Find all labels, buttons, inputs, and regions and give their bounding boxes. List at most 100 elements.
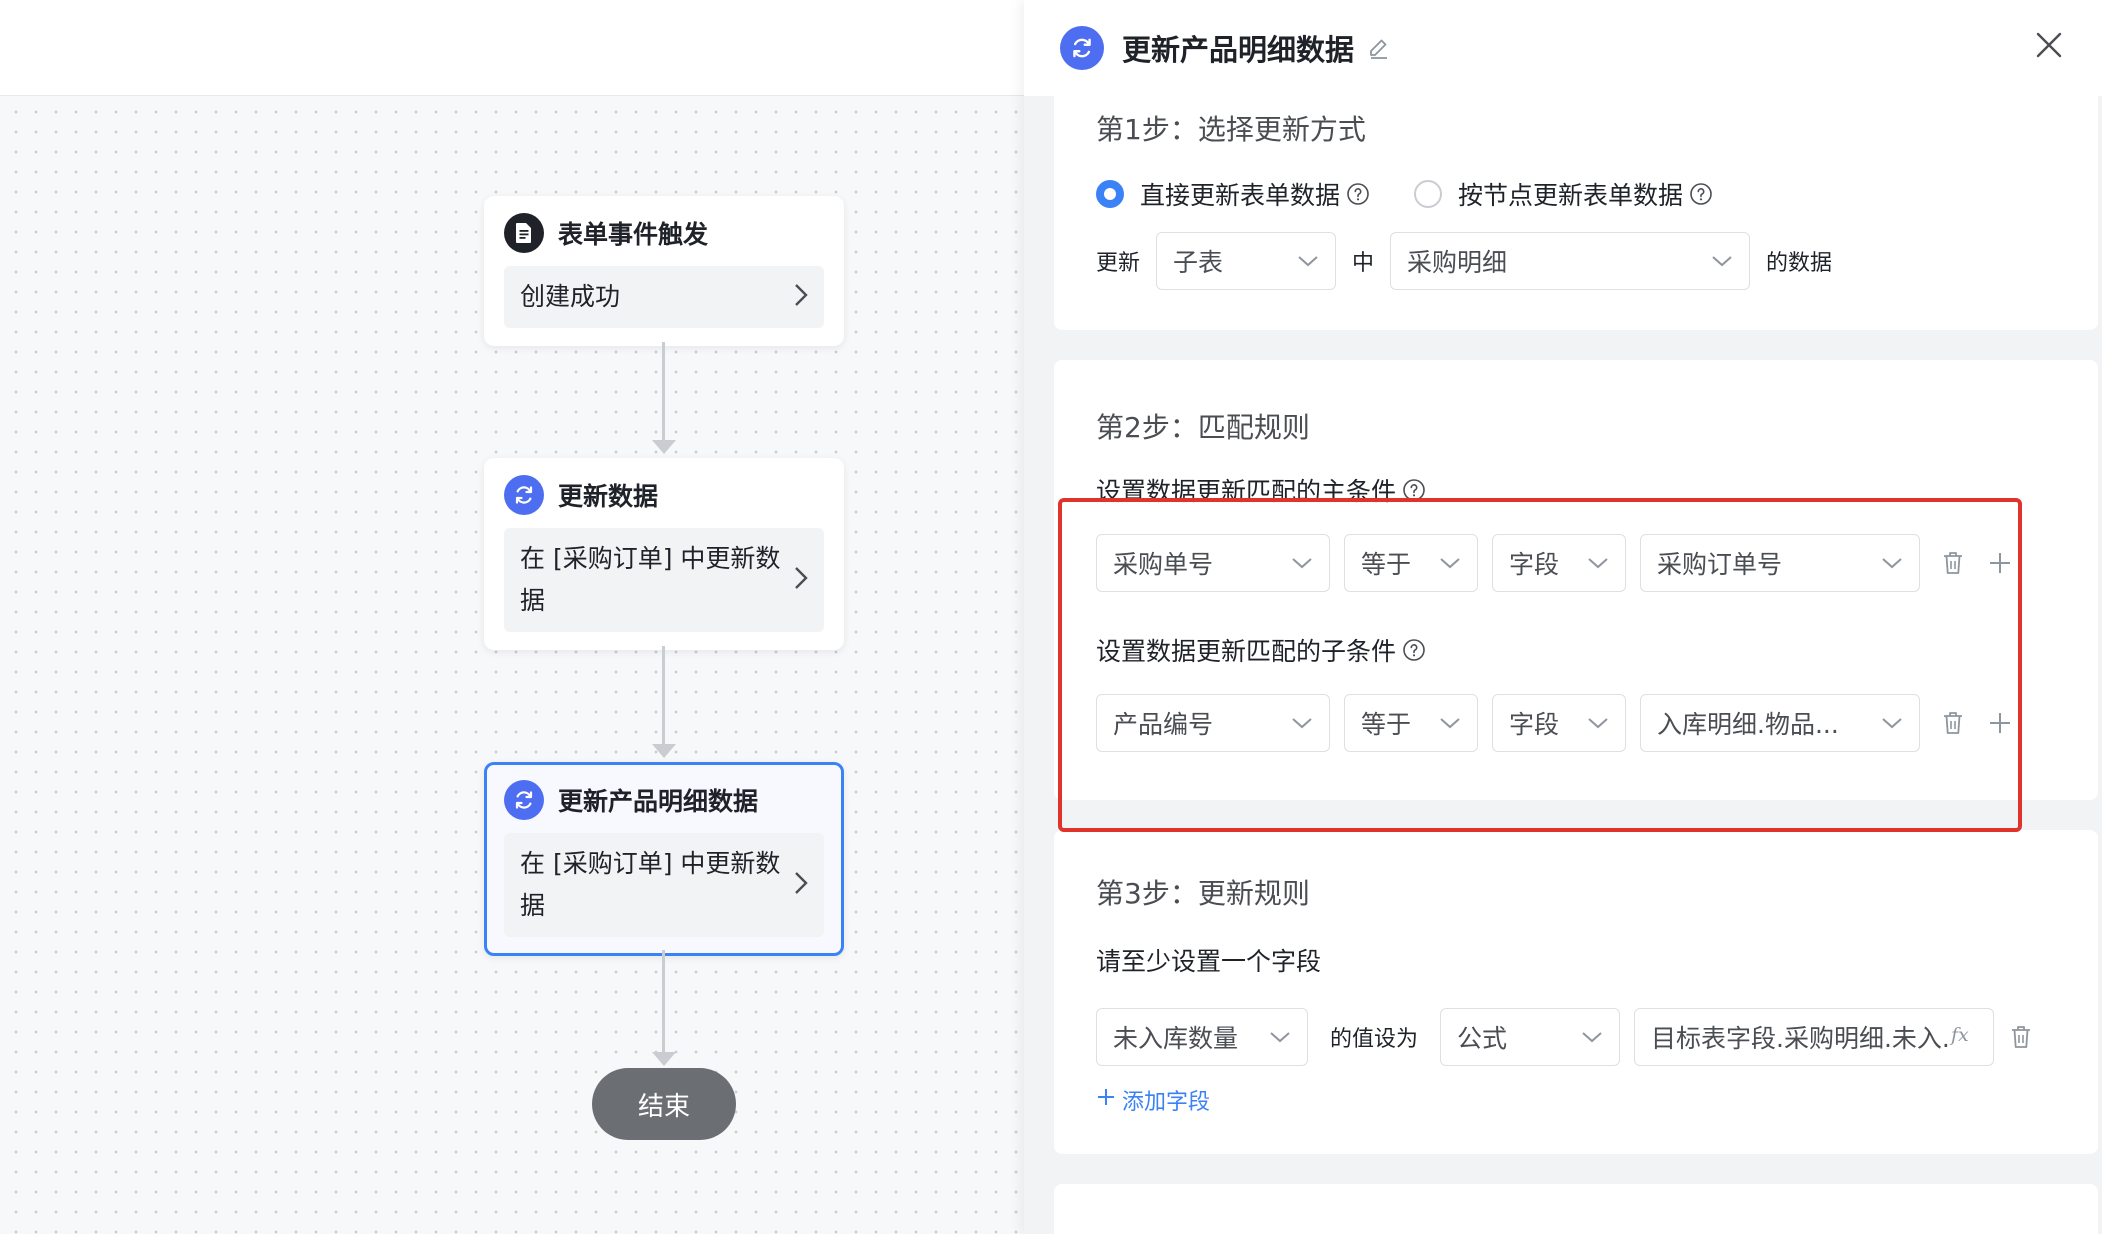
node-header: 更新产品明细数据	[504, 779, 824, 821]
main-operator-select[interactable]: 等于	[1344, 534, 1478, 592]
arrow-down-icon	[652, 744, 676, 758]
close-icon[interactable]	[2034, 30, 2064, 60]
select-value: 采购订单号	[1657, 550, 1783, 579]
select-value: 采购单号	[1113, 550, 1214, 579]
chevron-down-icon	[1439, 714, 1461, 733]
arrow-down-icon	[652, 1052, 676, 1066]
help-icon[interactable]	[1689, 182, 1713, 206]
update-middle-label: 中	[1352, 251, 1375, 276]
main-value-select[interactable]: 采购订单号	[1640, 534, 1920, 592]
radio-direct-update[interactable]	[1096, 180, 1124, 208]
step3-title: 第3步：更新规则	[1096, 877, 1310, 910]
chevron-down-icon	[1269, 1028, 1291, 1047]
chevron-down-icon	[1881, 714, 1903, 733]
node-header: 表单事件触发	[504, 212, 824, 254]
app: 表单事件触发 创建成功 更新数据 在 [采购订单] 中更新数据 更新产品明细数据…	[0, 0, 2102, 1234]
delete-rule-icon[interactable]	[2010, 1024, 2032, 1050]
update-mode-radio-group: 直接更新表单数据 按节点更新表单数据	[1096, 176, 2098, 212]
main-type-select[interactable]: 字段	[1492, 534, 1626, 592]
panel-header: 更新产品明细数据	[1024, 0, 2102, 96]
delete-condition-icon[interactable]	[1942, 550, 1964, 576]
fx-icon[interactable]: fx	[1949, 1024, 1977, 1050]
select-value: 采购明细	[1407, 248, 1508, 277]
help-icon[interactable]	[1346, 182, 1370, 206]
radio-by-node-update[interactable]	[1414, 180, 1443, 208]
edit-title-icon[interactable]	[1368, 37, 1390, 59]
step2-title: 第2步：匹配规则	[1096, 411, 1310, 444]
target-type-select[interactable]: 子表	[1156, 232, 1337, 290]
radio-direct-label[interactable]: 直接更新表单数据	[1140, 176, 1340, 212]
chevron-down-icon	[1297, 252, 1319, 271]
main-condition-row: 采购单号 等于 字段 采购订单号	[1096, 534, 2098, 592]
select-value: 字段	[1509, 710, 1560, 739]
delete-condition-icon[interactable]	[1942, 710, 1964, 736]
chevron-down-icon	[1587, 554, 1609, 573]
plus-icon	[1096, 1087, 1116, 1113]
chevron-down-icon	[1711, 252, 1733, 271]
refresh-icon	[504, 475, 544, 515]
chevron-down-icon	[1881, 554, 1903, 573]
sub-condition-label: 设置数据更新匹配的子条件	[1096, 632, 2098, 668]
node-header: 更新数据	[504, 474, 824, 516]
node-title: 表单事件触发	[558, 220, 709, 249]
chevron-down-icon	[1587, 714, 1609, 733]
flow-node-update-product-details[interactable]: 更新产品明细数据 在 [采购订单] 中更新数据	[484, 762, 844, 956]
select-value: 公式	[1457, 1024, 1508, 1053]
sub-condition-text: 设置数据更新匹配的子条件	[1096, 637, 1397, 666]
step3-card: 第3步：更新规则 请至少设置一个字段 未入库数量 的值设为 公式 目标表字段.采…	[1054, 830, 2098, 1154]
chevron-down-icon	[1291, 714, 1313, 733]
chevron-right-icon	[794, 871, 808, 899]
arrow-down-icon	[652, 440, 676, 454]
chevron-down-icon	[1581, 1028, 1603, 1047]
select-value: 入库明细.物品...	[1657, 710, 1839, 739]
node-config-button[interactable]: 在 [采购订单] 中更新数据	[504, 528, 824, 632]
main-field-select[interactable]: 采购单号	[1096, 534, 1330, 592]
select-value: 未入库数量	[1113, 1024, 1239, 1053]
chevron-right-icon	[794, 283, 808, 311]
add-condition-icon[interactable]	[1988, 551, 2012, 575]
help-icon[interactable]	[1402, 478, 1426, 502]
help-icon[interactable]	[1402, 638, 1426, 662]
node-config-button[interactable]: 在 [采购订单] 中更新数据	[504, 833, 824, 937]
step1-card: 第1步：选择更新方式 直接更新表单数据 按节点更新表单数据 更新 子表 中 采购…	[1054, 96, 2098, 330]
chevron-down-icon	[1291, 554, 1313, 573]
flow-connector	[662, 950, 665, 1054]
node-summary: 创建成功	[520, 282, 621, 311]
update-prefix-label: 更新	[1096, 251, 1141, 276]
flow-node-update-data[interactable]: 更新数据 在 [采购订单] 中更新数据	[484, 458, 844, 650]
set-to-label: 的值设为	[1330, 1027, 1419, 1052]
step4-card	[1054, 1184, 2098, 1234]
select-value: 产品编号	[1113, 710, 1214, 739]
add-field-label: 添加字段	[1122, 1090, 1211, 1115]
sub-type-select[interactable]: 字段	[1492, 694, 1626, 752]
main-condition-label: 设置数据更新匹配的主条件	[1096, 472, 2098, 508]
update-target-row: 更新 子表 中 采购明细 的数据	[1096, 232, 2098, 290]
flow-connector	[662, 342, 665, 442]
node-title: 更新数据	[558, 482, 659, 511]
step2-card: 第2步：匹配规则 设置数据更新匹配的主条件 采购单号 等于 字段 采购订单号 设…	[1054, 360, 2098, 800]
target-table-select[interactable]: 采购明细	[1390, 232, 1751, 290]
svg-text:fx: fx	[1949, 1024, 1969, 1046]
formula-input[interactable]: 目标表字段.采购明细.未入... fx	[1634, 1008, 1995, 1066]
radio-by-node-label[interactable]: 按节点更新表单数据	[1458, 176, 1683, 212]
add-condition-icon[interactable]	[1988, 711, 2012, 735]
refresh-icon	[504, 780, 544, 820]
flow-node-form-trigger[interactable]: 表单事件触发 创建成功	[484, 196, 844, 346]
node-summary: 在 [采购订单] 中更新数据	[520, 544, 781, 615]
flow-connector	[662, 646, 665, 746]
flow-end-node[interactable]: 结束	[592, 1068, 736, 1140]
select-value: 等于	[1361, 710, 1412, 739]
add-field-button[interactable]: 添加字段	[1096, 1084, 2098, 1116]
select-value: 字段	[1509, 550, 1560, 579]
node-config-panel: 更新产品明细数据 第1步：选择更新方式 直接更新表单数据 按节点更新表单数据 更…	[1024, 0, 2102, 1234]
rule-field-select[interactable]: 未入库数量	[1096, 1008, 1308, 1066]
main-condition-text: 设置数据更新匹配的主条件	[1096, 477, 1397, 506]
refresh-icon	[1060, 26, 1104, 70]
sub-operator-select[interactable]: 等于	[1344, 694, 1478, 752]
rule-type-select[interactable]: 公式	[1440, 1008, 1621, 1066]
chevron-right-icon	[794, 566, 808, 594]
node-title: 更新产品明细数据	[558, 787, 759, 816]
sub-field-select[interactable]: 产品编号	[1096, 694, 1330, 752]
sub-value-select[interactable]: 入库明细.物品...	[1640, 694, 1920, 752]
node-config-button[interactable]: 创建成功	[504, 266, 824, 328]
